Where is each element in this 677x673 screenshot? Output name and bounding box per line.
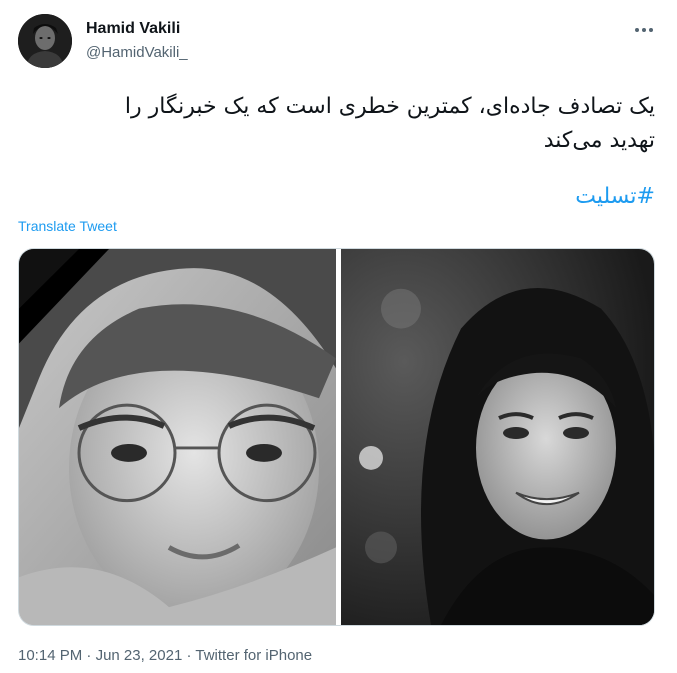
- tweet-time[interactable]: 10:14 PM: [18, 647, 82, 664]
- author-display-name[interactable]: Hamid Vakili: [86, 20, 180, 38]
- tweet-text-line-2: تهدید می‌کند: [543, 128, 655, 153]
- author-avatar[interactable]: [18, 14, 72, 68]
- meta-separator: ·: [186, 647, 192, 664]
- tweet-text-line-1: یک تصادف جاده‌ای، کمترین خطری است که یک …: [124, 94, 655, 119]
- media-photo-right[interactable]: [341, 249, 654, 625]
- meta-separator: ·: [86, 647, 92, 664]
- media-grid: [18, 248, 655, 626]
- tweet-date[interactable]: Jun 23, 2021: [96, 647, 183, 664]
- tweet-text: یک تصادف جاده‌ای، کمترین خطری است که یک …: [35, 90, 655, 158]
- avatar-icon: [18, 14, 72, 68]
- tweet-card: Hamid Vakili @HamidVakili_ یک تصادف جاده…: [0, 0, 677, 673]
- author-handle[interactable]: @HamidVakili_: [86, 44, 188, 61]
- more-options-icon[interactable]: [628, 14, 660, 46]
- media-photo-left[interactable]: [19, 249, 336, 625]
- tweet-metadata: 10:14 PM · Jun 23, 2021 · Twitter for iP…: [18, 647, 312, 664]
- tweet-source[interactable]: Twitter for iPhone: [195, 647, 312, 664]
- portrait-photo-icon: [341, 249, 654, 625]
- translate-tweet-link[interactable]: Translate Tweet: [18, 218, 117, 234]
- hashtag-link[interactable]: #تسلیت: [575, 180, 655, 214]
- portrait-photo-icon: [19, 249, 336, 625]
